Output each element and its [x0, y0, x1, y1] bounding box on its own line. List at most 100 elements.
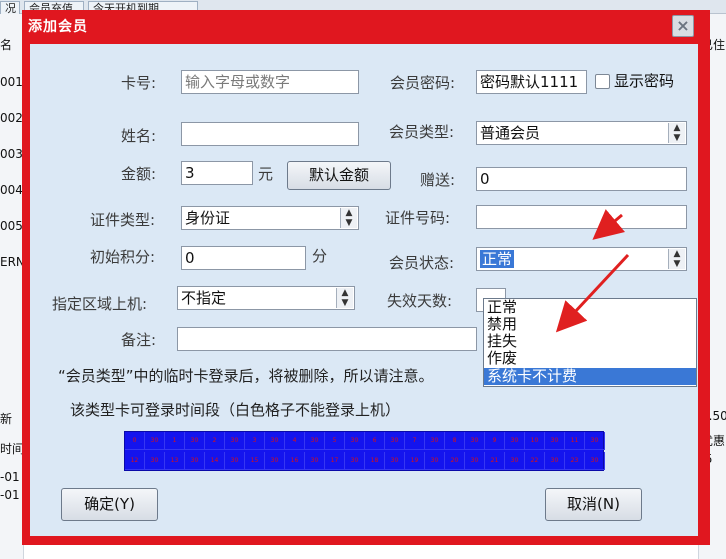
id-type-value: 身份证	[185, 209, 231, 227]
time-slot-cell[interactable]: 9	[485, 432, 505, 450]
ok-button[interactable]: 确定(Y)	[61, 488, 158, 521]
gift-input[interactable]: 0	[476, 167, 687, 191]
background-left-column: 名 001 002 003 004 005 ERN 新 时间 -01 -01	[0, 14, 24, 559]
initial-points-input[interactable]: 0	[181, 246, 306, 270]
time-slot-cell[interactable]: 1	[165, 432, 185, 450]
time-slot-cell[interactable]: 30	[505, 452, 525, 470]
time-slot-cell[interactable]: 30	[265, 452, 285, 470]
note-input[interactable]	[177, 327, 477, 351]
id-no-input[interactable]	[476, 205, 687, 229]
background-cell: 时间	[0, 442, 24, 456]
time-slot-cell[interactable]: 30	[305, 452, 325, 470]
spin-arrows-icon[interactable]: ▲ ▼	[668, 249, 685, 269]
background-tab[interactable]: 况	[0, 1, 20, 14]
time-slot-cell[interactable]: 5	[325, 432, 345, 450]
time-slot-cell[interactable]: 30	[345, 432, 365, 450]
time-slot-cell[interactable]: 21	[485, 452, 505, 470]
name-label: 姓名:	[121, 127, 157, 145]
points-unit: 分	[312, 247, 328, 265]
id-type-select[interactable]: 身份证 ▲ ▼	[181, 206, 359, 230]
time-slot-cell[interactable]: 4	[285, 432, 305, 450]
time-slot-cell[interactable]: 16	[285, 452, 305, 470]
name-input[interactable]	[181, 122, 359, 146]
background-cell: 003	[0, 147, 23, 161]
member-status-dropdown[interactable]: 正常 禁用 挂失 作废 系统卡不计费	[483, 298, 697, 387]
time-slot-cell[interactable]: 30	[385, 452, 405, 470]
cancel-button[interactable]: 取消(N)	[545, 488, 642, 521]
default-amount-button[interactable]: 默认金额	[287, 161, 391, 190]
status-option-system-card[interactable]: 系统卡不计费	[484, 368, 696, 385]
time-slot-cell[interactable]: 30	[545, 432, 565, 450]
background-cell: 002	[0, 111, 23, 125]
id-type-label: 证件类型:	[90, 211, 156, 229]
time-slot-cell[interactable]: 30	[585, 432, 605, 450]
time-slot-cell[interactable]: 30	[425, 432, 445, 450]
time-slot-cell[interactable]: 30	[145, 432, 165, 450]
status-option-normal[interactable]: 正常	[484, 299, 696, 316]
area-label: 指定区域上机:	[52, 295, 148, 313]
time-slot-cell[interactable]: 30	[385, 432, 405, 450]
status-option-disabled[interactable]: 禁用	[484, 316, 696, 333]
area-value: 不指定	[181, 289, 227, 307]
time-slot-cell[interactable]: 30	[185, 432, 205, 450]
time-slot-cell[interactable]: 23	[565, 452, 585, 470]
show-password-label: 显示密码	[614, 72, 675, 90]
time-slot-cell[interactable]: 30	[225, 452, 245, 470]
time-slot-cell[interactable]: 30	[425, 452, 445, 470]
time-slot-cell[interactable]: 14	[205, 452, 225, 470]
time-slot-cell[interactable]: 30	[465, 432, 485, 450]
time-slot-cell[interactable]: 30	[265, 432, 285, 450]
time-slot-cell[interactable]: 17	[325, 452, 345, 470]
time-slot-cell[interactable]: 30	[185, 452, 205, 470]
card-no-input[interactable]: 输入字母或数字	[181, 70, 359, 94]
close-icon[interactable]: ×	[672, 15, 694, 37]
background-cell: 004	[0, 183, 23, 197]
time-slot-cell[interactable]: 7	[405, 432, 425, 450]
time-slot-cell[interactable]: 30	[505, 432, 525, 450]
member-status-value: 正常	[480, 250, 515, 268]
member-status-select[interactable]: 正常 ▲ ▼	[476, 247, 687, 271]
background-cell: -01	[0, 488, 20, 502]
time-slot-cell[interactable]: 3	[245, 432, 265, 450]
login-time-grid[interactable]: 0 30 1 30 2 30 3 30 4 30 5 30 6 30 7 30 8 30 9 30 10 30 11 30 12…	[124, 431, 605, 471]
time-slot-cell[interactable]: 30	[225, 432, 245, 450]
time-slot-cell[interactable]: 15	[245, 452, 265, 470]
spin-arrows-icon[interactable]: ▲ ▼	[668, 123, 685, 143]
time-slot-cell[interactable]: 30	[465, 452, 485, 470]
time-slot-cell[interactable]: 8	[445, 432, 465, 450]
note-label: 备注:	[121, 331, 157, 349]
time-slot-cell[interactable]: 10	[525, 432, 545, 450]
member-type-label: 会员类型:	[389, 123, 455, 141]
time-slot-cell[interactable]: 30	[145, 452, 165, 470]
time-slot-cell[interactable]: 0	[125, 432, 145, 450]
time-slot-cell[interactable]: 18	[365, 452, 385, 470]
show-password-checkbox[interactable]	[595, 74, 610, 89]
time-slot-cell[interactable]: 30	[305, 432, 325, 450]
expiry-days-label: 失效天数:	[387, 292, 453, 310]
time-slot-cell[interactable]: 11	[565, 432, 585, 450]
amount-input[interactable]: 3	[181, 161, 253, 185]
time-slot-cell[interactable]: 2	[205, 432, 225, 450]
time-slot-cell[interactable]: 20	[445, 452, 465, 470]
background-cell: -01	[0, 470, 20, 484]
background-cell: ERN	[0, 255, 24, 269]
member-type-select[interactable]: 普通会员 ▲ ▼	[476, 121, 687, 145]
time-slot-cell[interactable]: 19	[405, 452, 425, 470]
time-slot-cell[interactable]: 30	[545, 452, 565, 470]
time-slot-cell[interactable]: 30	[585, 452, 605, 470]
password-input[interactable]: 密码默认1111	[476, 70, 587, 94]
dialog-title: 添加会员	[28, 19, 88, 35]
time-slot-cell[interactable]: 12	[125, 452, 145, 470]
spin-arrows-icon[interactable]: ▲ ▼	[340, 208, 357, 228]
status-option-void[interactable]: 作废	[484, 350, 696, 367]
area-select[interactable]: 不指定 ▲ ▼	[177, 286, 355, 310]
password-label: 会员密码:	[390, 74, 456, 92]
spin-arrows-icon[interactable]: ▲ ▼	[336, 288, 353, 308]
time-section-label: 该类型卡可登录时间段（白色格子不能登录上机）	[70, 401, 401, 419]
gift-label: 赠送:	[420, 171, 456, 189]
time-slot-cell[interactable]: 13	[165, 452, 185, 470]
status-option-lost[interactable]: 挂失	[484, 333, 696, 350]
time-slot-cell[interactable]: 30	[345, 452, 365, 470]
time-slot-cell[interactable]: 22	[525, 452, 545, 470]
time-slot-cell[interactable]: 6	[365, 432, 385, 450]
